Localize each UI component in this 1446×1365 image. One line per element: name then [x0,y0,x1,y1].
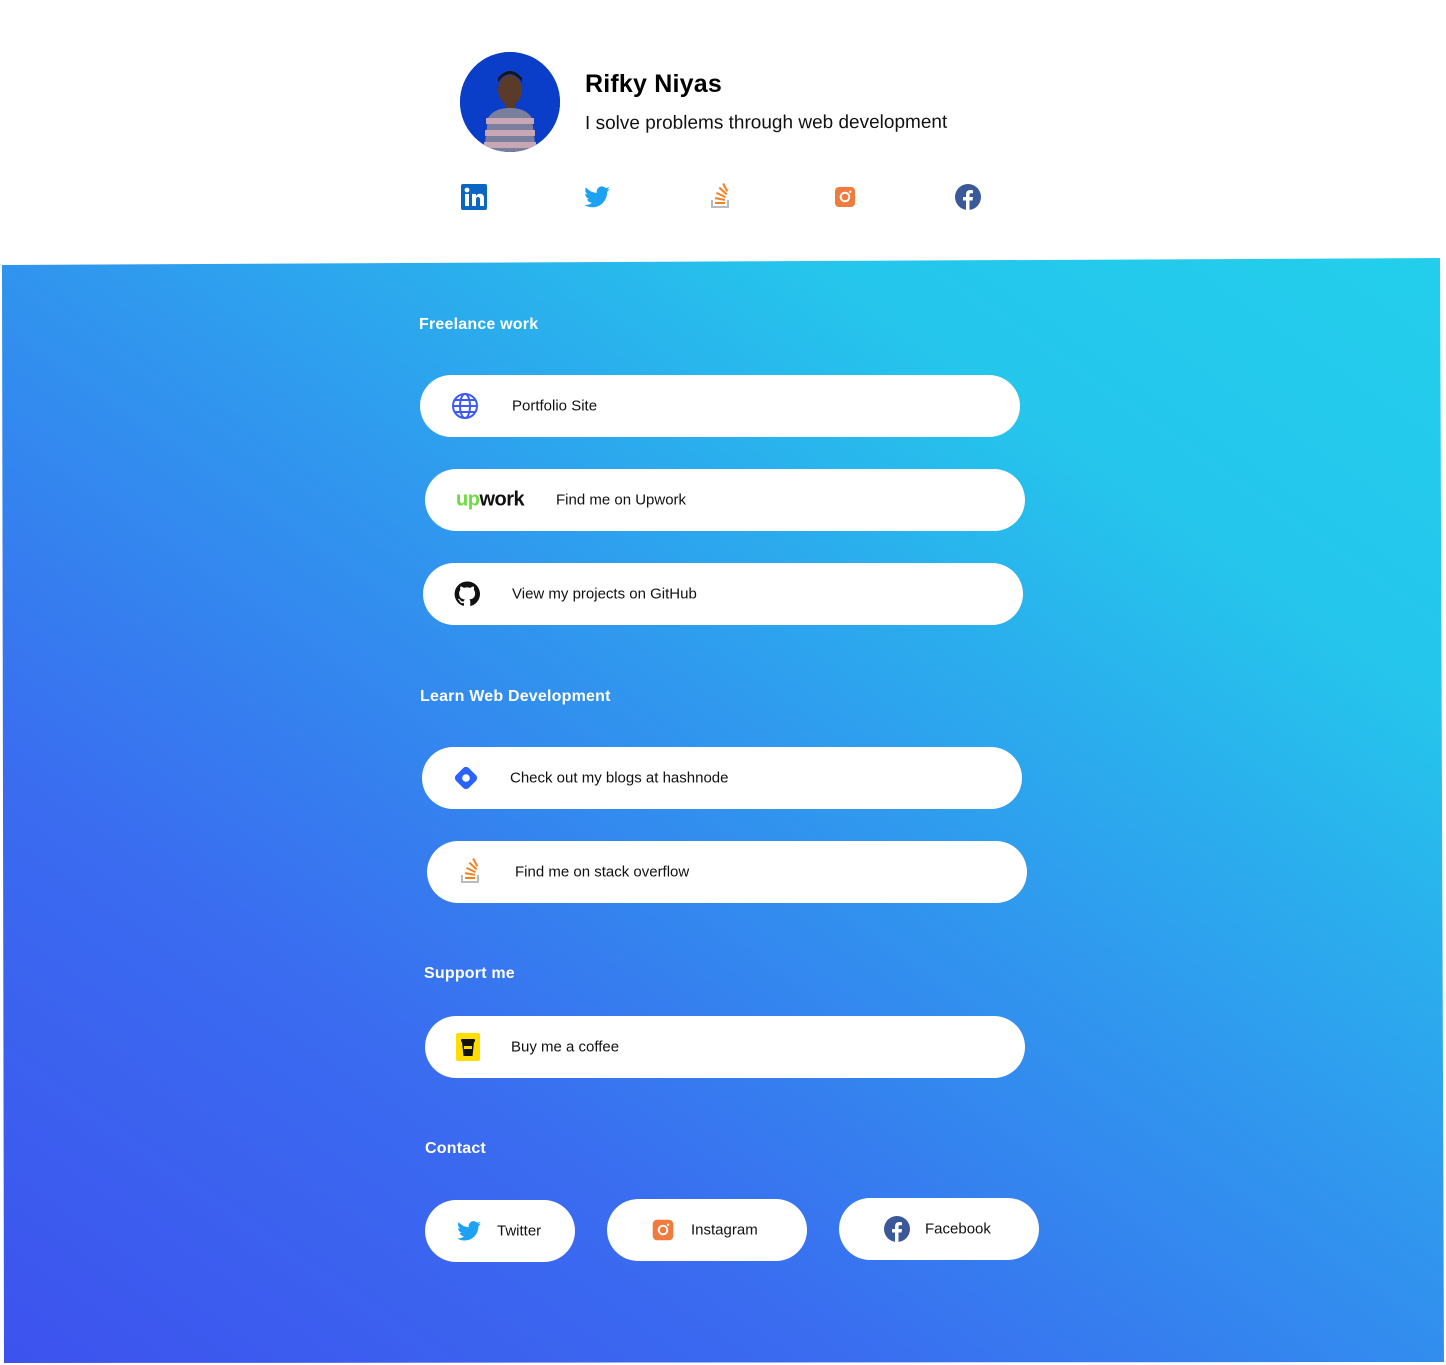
link-label: Find me on stack overflow [515,863,690,881]
hashnode-icon [452,764,480,792]
github-icon [454,581,480,607]
instagram-icon [651,1218,675,1242]
avatar [460,52,560,152]
contact-label: Instagram [691,1221,758,1239]
stackoverflow-icon [457,858,485,886]
link-label: Buy me a coffee [511,1038,620,1056]
globe-icon [451,392,479,420]
profile-name: Rifky Niyas [585,70,722,98]
facebook-icon [883,1215,911,1243]
link-label: Check out my blogs at hashnode [510,769,729,787]
contact-facebook-button[interactable]: Facebook [839,1198,1039,1260]
link-hashnode[interactable]: Check out my blogs at hashnode [422,747,1022,809]
profile-tagline: I solve problems through web development [584,111,948,134]
upwork-logo: upwork [456,488,525,511]
link-label: Find me on Upwork [556,491,687,509]
contact-instagram-button[interactable]: Instagram [607,1199,807,1261]
stackoverflow-icon[interactable] [707,183,735,211]
link-github[interactable]: View my projects on GitHub [423,563,1023,625]
contact-label: Twitter [497,1222,542,1240]
link-label: Portfolio Site [512,397,598,415]
twitter-icon [456,1218,482,1244]
linkedin-icon[interactable] [460,183,488,211]
section-title-learn: Learn Web Development [420,688,611,705]
coffee-icon [456,1033,480,1061]
twitter-icon[interactable] [583,183,611,211]
contact-twitter-button[interactable]: Twitter [425,1200,575,1262]
section-title-support: Support me [424,965,515,982]
link-upwork[interactable]: upwork Find me on Upwork [425,469,1025,531]
facebook-icon[interactable] [954,183,982,211]
contact-label: Facebook [925,1220,991,1238]
instagram-icon[interactable] [831,183,859,211]
link-buy-me-a-coffee[interactable]: Buy me a coffee [425,1016,1025,1078]
link-label: View my projects on GitHub [512,585,697,603]
section-title-freelance: Freelance work [419,316,539,333]
link-stackoverflow[interactable]: Find me on stack overflow [427,841,1027,903]
section-title-contact: Contact [425,1140,486,1157]
link-portfolio-site[interactable]: Portfolio Site [420,375,1020,437]
